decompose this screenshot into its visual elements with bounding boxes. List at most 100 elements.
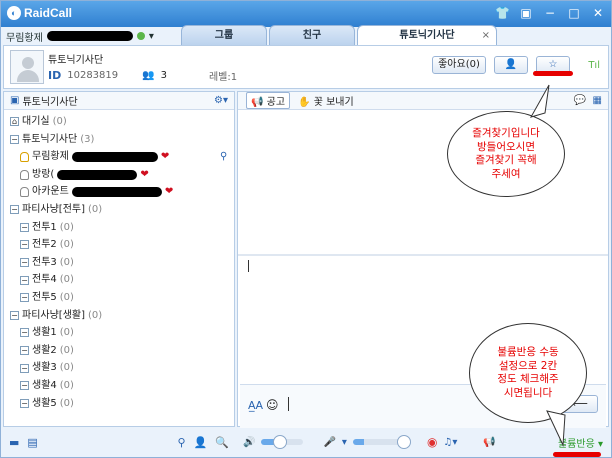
annotation-tail-favorite — [529, 84, 550, 118]
maximize-icon[interactable]: □ — [567, 6, 581, 20]
subroom-item[interactable]: − 생활3 (0) — [10, 359, 228, 377]
annotation-underline-mode — [553, 452, 601, 457]
collapse-icon[interactable]: − — [10, 134, 19, 144]
like-button[interactable]: 좋아요(0) — [432, 56, 486, 74]
record-icon[interactable]: ◉ — [427, 435, 437, 449]
location-pin-icon: ⚲ — [220, 151, 228, 163]
sidebar-footer: ▬ ▤ ⚲ 👤 🔍 — [3, 429, 235, 455]
user-name: 무림황제 — [6, 32, 43, 44]
font-format-icon[interactable]: A̲A — [248, 399, 263, 412]
room-party-life[interactable]: − 파티사냥[생활] (0) — [10, 307, 228, 325]
shirt-icon[interactable]: 👕 — [495, 6, 510, 20]
collapse-icon[interactable]: − — [10, 310, 19, 320]
subroom-item[interactable]: − 전투2 (0) — [10, 236, 228, 254]
member-row[interactable]: 무림황제 ❤ ⚲ — [10, 148, 228, 166]
chat-bubble-icon[interactable]: 💬 — [574, 95, 586, 106]
sidebar-menu-icon[interactable]: ⚙▾ — [214, 95, 228, 106]
redacted-nickname — [57, 169, 138, 180]
minimize-icon[interactable]: − — [543, 6, 557, 20]
user-icon — [20, 187, 29, 198]
channel-tree: ⌂ 대기실 (0) − 튜토닉기사단 (3) 무림황제 ❤ ⚲ 방랑( ❤ 아카… — [4, 110, 234, 415]
subroom-item[interactable]: − 전투5 (0) — [10, 289, 228, 307]
subroom-item[interactable]: − 생활4 (0) — [10, 377, 228, 395]
speaker-volume-slider[interactable] — [261, 435, 304, 449]
online-status-icon[interactable] — [136, 32, 145, 40]
channel-sidebar: ▣ 튜토닉기사단 ⚙▾ ⌂ 대기실 (0) − 튜토닉기사단 (3) 무림황제 ❤ … — [3, 91, 235, 427]
chat-divider[interactable] — [238, 254, 608, 256]
user-icon[interactable]: 👤 — [194, 436, 208, 449]
app-logo: ◐ RaidCall — [7, 6, 72, 20]
collapse-all-icon[interactable]: ▬ — [9, 436, 19, 449]
speaker-icon[interactable]: 🔊 — [243, 437, 255, 448]
sidebar-title: 튜토닉기사단 — [22, 97, 78, 108]
avatar[interactable] — [10, 50, 44, 84]
send-flowers-button[interactable]: ✋ 꽃 보내기 — [298, 93, 354, 108]
redacted-nickname — [46, 31, 133, 41]
mic-volume-slider[interactable] — [352, 435, 411, 449]
emoji-icon[interactable]: ☺ — [266, 398, 279, 412]
chevron-down-icon[interactable]: ▾ — [342, 437, 347, 448]
annotation-tail-voice — [546, 410, 566, 447]
text-caret — [248, 260, 249, 272]
main-tabs: 그룹 친구 튜토닉기사단 × — [181, 25, 497, 45]
hand-icon: ✋ — [298, 97, 311, 108]
user-icon — [20, 169, 29, 180]
home-icon: ⌂ — [10, 117, 19, 127]
members-icon: 👥 — [142, 70, 155, 81]
megaphone-icon: 📢 — [251, 97, 264, 108]
member-row[interactable]: 방랑( ❤ — [10, 166, 228, 184]
calendar-icon[interactable]: ▦ — [593, 95, 602, 106]
collapse-icon[interactable]: − — [10, 205, 19, 215]
raidcall-logo-icon: ◐ — [7, 6, 21, 20]
member-row[interactable]: 아카운트 ❤ — [10, 183, 228, 201]
add-member-button[interactable]: 👤 — [494, 56, 528, 74]
subroom-item[interactable]: − 전투1 (0) — [10, 219, 228, 237]
annotation-voice: 불륨반응 수동 설정으로 2칸 정도 체크해주 시면됩니다 — [469, 323, 587, 423]
microphone-icon[interactable]: 🎤 — [323, 437, 335, 448]
channel-header: 튜토닉기사단 ID 10283819 👥 3 레벨:1 좋아요(0) 👤 ☆ T… — [3, 45, 609, 89]
close-icon[interactable]: ✕ — [591, 6, 605, 20]
redacted-nickname — [71, 187, 162, 198]
notice-button[interactable]: 📢 공고 — [246, 92, 291, 109]
subroom-item[interactable]: − 생활2 (0) — [10, 342, 228, 360]
star-icon: ☆ — [548, 59, 558, 70]
channel-level: 레벨:1 — [208, 72, 238, 83]
channel-id-label: ID — [48, 69, 62, 82]
room-lobby[interactable]: ⌂ 대기실 (0) — [10, 113, 228, 131]
user-status-bar[interactable]: 무림황제 ▾ — [1, 27, 181, 45]
layout-icon[interactable]: ▤ — [27, 436, 37, 449]
signal-icon: Tıl — [588, 60, 600, 71]
channel-info: ID 10283819 👥 3 레벨:1 — [48, 68, 237, 83]
heart-icon: ❤ — [160, 151, 170, 163]
room-main[interactable]: − 튜토닉기사단 (3) — [10, 131, 228, 149]
heart-icon: ❤ — [140, 168, 149, 180]
tab-group[interactable]: 그룹 — [181, 25, 267, 45]
titlebar-buttons: 👕 ▣ − □ ✕ — [495, 6, 605, 20]
channel-name: 튜토닉기사단 — [48, 55, 104, 66]
music-icon[interactable]: ♫▾ — [443, 437, 457, 448]
channel-icon: ▣ — [10, 95, 20, 106]
subroom-item[interactable]: − 생활5 (0) — [10, 395, 228, 413]
annotation-favorite: 즐겨찾기입니다 방들어오시면 즐겨찾기 꼭해 주세여 — [447, 111, 565, 197]
titlebar: ◐ RaidCall 👕 ▣ − □ ✕ — [1, 1, 611, 27]
location-pin-icon[interactable]: ⚲ — [178, 436, 186, 449]
subroom-item[interactable]: − 전투3 (0) — [10, 254, 228, 272]
person-add-icon: 👤 — [504, 59, 518, 70]
redacted-nickname — [71, 151, 158, 162]
room-party-combat[interactable]: − 파티사냥[전투] (0) — [10, 201, 228, 219]
channel-id-value: 10283819 — [67, 70, 119, 81]
tab-channel[interactable]: 튜토닉기사단 × — [357, 25, 497, 45]
member-count: 3 — [160, 70, 167, 81]
heart-icon: ❤ — [164, 186, 174, 198]
minimize-to-tray-icon[interactable]: ▣ — [519, 6, 533, 20]
tab-close-icon[interactable]: × — [482, 26, 490, 45]
raidcall-window: ◐ RaidCall 👕 ▣ − □ ✕ 무림황제 ▾ 그룹 친구 튜토닉기사단… — [0, 0, 612, 458]
tab-friends[interactable]: 친구 — [269, 25, 355, 45]
search-icon[interactable]: 🔍 — [215, 436, 229, 449]
subroom-item[interactable]: − 생활1 (0) — [10, 324, 228, 342]
app-logo-text: RaidCall — [24, 6, 73, 20]
chevron-down-icon[interactable]: ▾ — [149, 31, 154, 42]
megaphone-icon[interactable]: 📢 — [483, 437, 495, 448]
sidebar-header: ▣ 튜토닉기사단 ⚙▾ — [4, 92, 234, 110]
subroom-item[interactable]: − 전투4 (0) — [10, 271, 228, 289]
